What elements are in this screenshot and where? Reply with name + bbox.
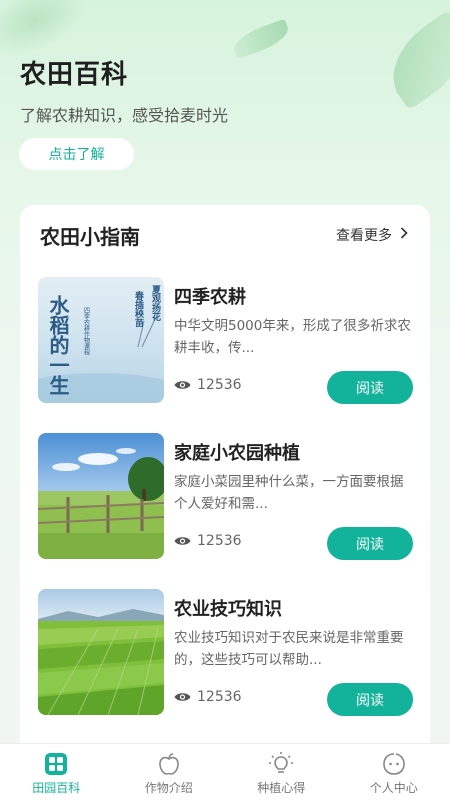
- article-thumbnail: [38, 433, 164, 559]
- eye-icon: [174, 691, 191, 703]
- thumb-right-text-1: 春插秧苗: [133, 290, 145, 328]
- view-count: 12536: [174, 377, 242, 393]
- article-title: 农业技巧知识: [174, 599, 282, 620]
- learn-more-button[interactable]: 点击了解: [19, 138, 134, 170]
- tab-label: 作物介绍: [144, 781, 193, 795]
- thumb-right-text-2: 夏观扬花: [150, 285, 162, 322]
- article-description: 家庭小菜园里种什么菜，一方面要根据个人爱好和需...: [174, 474, 404, 512]
- tab-label: 种植心得: [257, 781, 306, 795]
- view-count-value: 12536: [197, 377, 242, 393]
- thumb-side-text: 四季农耕作物课程: [83, 307, 90, 356]
- bottom-tab-bar: 田园百科 作物介绍 种植心得 个人中心: [0, 743, 450, 800]
- guide-card: 农田小指南 查看更多 水稻的一生 四季农耕作物课程 春插秧苗 夏观扬花 四季农耕…: [20, 205, 430, 765]
- view-count-value: 12536: [197, 689, 242, 705]
- lightbulb-icon: [268, 750, 294, 778]
- tab-planting[interactable]: 种植心得: [225, 744, 338, 800]
- view-more-label: 查看更多: [336, 228, 392, 244]
- view-more-link[interactable]: 查看更多: [336, 225, 408, 245]
- tab-label: 个人中心: [369, 781, 418, 795]
- list-item[interactable]: 家庭小农园种植 家庭小菜园里种什么菜，一方面要根据个人爱好和需... 12536…: [38, 433, 413, 560]
- article-title: 家庭小农园种植: [174, 443, 300, 464]
- grid-icon: [44, 750, 68, 778]
- face-icon: [382, 750, 406, 778]
- article-description: 农业技巧知识对于农民来说是非常重要的，这些技巧可以帮助...: [174, 630, 404, 668]
- read-button[interactable]: 阅读: [327, 371, 413, 404]
- view-count: 12536: [174, 689, 242, 705]
- decorative-leaf: [374, 9, 450, 111]
- tab-crops[interactable]: 作物介绍: [113, 744, 226, 800]
- tab-label: 田园百科: [32, 781, 81, 795]
- tab-encyclopedia[interactable]: 田园百科: [0, 744, 113, 800]
- guide-title: 农田小指南: [40, 225, 140, 249]
- decorative-leaf: [229, 18, 293, 60]
- apple-icon: [157, 750, 181, 778]
- eye-icon: [174, 535, 191, 547]
- view-count-value: 12536: [197, 533, 242, 549]
- list-item[interactable]: 农业技巧知识 农业技巧知识对于农民来说是非常重要的，这些技巧可以帮助... 12…: [38, 589, 413, 716]
- chevron-right-icon: [400, 227, 408, 243]
- read-button[interactable]: 阅读: [327, 683, 413, 716]
- article-description: 中华文明5000年来，形成了很多祈求农耕丰收，传...: [174, 318, 411, 356]
- thumb-main-text: 水稻的一生: [46, 295, 70, 395]
- tab-profile[interactable]: 个人中心: [338, 744, 450, 800]
- article-title: 四季农耕: [174, 287, 246, 308]
- eye-icon: [174, 379, 191, 391]
- page-subtitle: 了解农耕知识，感受拾麦时光: [20, 106, 229, 125]
- page-title: 农田百科: [20, 60, 129, 90]
- list-item[interactable]: 水稻的一生 四季农耕作物课程 春插秧苗 夏观扬花 四季农耕 中华文明5000年来…: [38, 277, 413, 404]
- read-button[interactable]: 阅读: [327, 527, 413, 560]
- article-thumbnail: 水稻的一生 四季农耕作物课程 春插秧苗 夏观扬花: [38, 277, 164, 403]
- view-count: 12536: [174, 533, 242, 549]
- article-thumbnail: [38, 589, 164, 715]
